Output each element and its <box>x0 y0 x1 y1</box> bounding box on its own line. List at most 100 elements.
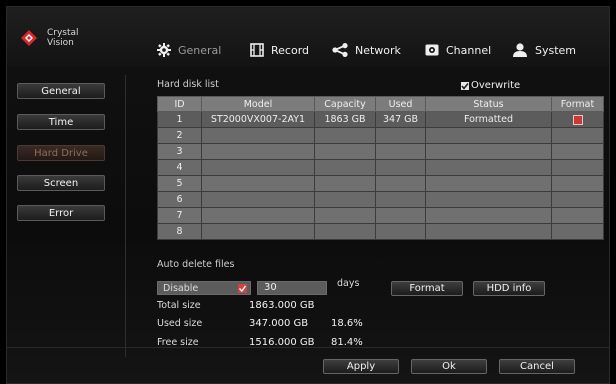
logo-line2: Vision <box>47 38 74 48</box>
format-checkbox[interactable] <box>572 114 583 125</box>
cancel-button[interactable]: Cancel <box>499 359 575 374</box>
hdd-info-button[interactable]: HDD info <box>473 281 545 296</box>
column-header-id: ID <box>157 96 202 112</box>
table-row[interactable]: 7 <box>157 207 604 224</box>
cell-model <box>201 207 315 224</box>
apply-button[interactable]: Apply <box>323 359 399 374</box>
logo-line1: Crystal <box>47 28 79 38</box>
dropdown-check-icon <box>238 284 247 293</box>
film-icon <box>250 43 264 57</box>
cell-capacity <box>314 159 376 176</box>
logo-text: Crystal Vision <box>47 28 79 48</box>
cell-format <box>551 143 604 160</box>
table-row[interactable]: 6 <box>157 191 604 208</box>
nav-system-label: System <box>535 43 577 57</box>
format-button[interactable]: Format <box>391 281 463 296</box>
cell-format <box>551 127 604 144</box>
table-row[interactable]: 8 <box>157 223 604 240</box>
table-row[interactable]: 4 <box>157 159 604 176</box>
sidebar-time-button[interactable]: Time <box>17 114 105 130</box>
cell-used <box>375 175 426 192</box>
column-header-used: Used <box>375 96 426 112</box>
sidebar-hard-drive-button[interactable]: Hard Drive <box>17 145 105 161</box>
checkbox-checked-icon <box>461 81 469 90</box>
cell-capacity <box>314 207 376 224</box>
overwrite-label: Overwrite <box>471 80 521 91</box>
footer-divider <box>7 347 609 348</box>
table-row[interactable]: 1 ST2000VX007-2AY1 1863 GB 347 GB Formatted <box>157 111 604 128</box>
cell-format <box>551 111 604 128</box>
nav-network[interactable]: Network <box>332 38 401 62</box>
column-header-model: Model <box>201 96 315 112</box>
cell-model: ST2000VX007-2AY1 <box>201 111 315 128</box>
cell-used: 347 GB <box>375 111 426 128</box>
auto-delete-select[interactable]: Disable <box>157 281 251 295</box>
table-row[interactable]: 5 <box>157 175 604 192</box>
used-size-label: Used size <box>157 318 203 329</box>
nav-record[interactable]: Record <box>250 38 309 62</box>
gear-icon <box>157 43 171 57</box>
nav-network-label: Network <box>355 43 401 57</box>
sidebar-screen-button[interactable]: Screen <box>17 175 105 191</box>
cell-used <box>375 143 426 160</box>
used-size-percent: 18.6% <box>331 318 363 329</box>
cell-id: 4 <box>157 159 202 176</box>
overwrite-checkbox[interactable]: Overwrite <box>461 80 520 91</box>
nav-channel-label: Channel <box>446 43 492 57</box>
nav-system[interactable]: System <box>512 38 576 62</box>
cell-model <box>201 127 315 144</box>
camera-icon <box>425 43 439 57</box>
cell-format <box>551 159 604 176</box>
cell-id: 1 <box>157 111 202 128</box>
cell-status <box>425 159 552 176</box>
cell-used <box>375 127 426 144</box>
logo-diamond-icon <box>21 30 37 46</box>
total-size-value: 1863.000 GB <box>249 300 315 311</box>
cell-id: 3 <box>157 143 202 160</box>
cell-capacity <box>314 223 376 240</box>
table-row[interactable]: 2 <box>157 127 604 144</box>
cell-model <box>201 159 315 176</box>
cell-status <box>425 143 552 160</box>
ok-button[interactable]: Ok <box>411 359 487 374</box>
hard-disk-table: ID Model Capacity Used Status Format 1 ST… <box>157 96 604 240</box>
nav-channel[interactable]: Channel <box>425 38 491 62</box>
network-share-icon <box>332 43 348 57</box>
used-size-value: 347.000 GB <box>249 318 309 329</box>
total-size-label: Total size <box>157 300 201 311</box>
sidebar-error-button[interactable]: Error <box>17 205 105 221</box>
cell-id: 2 <box>157 127 202 144</box>
cell-status <box>425 127 552 144</box>
dvr-settings-window: Crystal Vision General Record Network Ch… <box>6 6 610 384</box>
cell-status <box>425 191 552 208</box>
cell-model <box>201 175 315 192</box>
cell-format <box>551 207 604 224</box>
cell-capacity: 1863 GB <box>314 111 376 128</box>
cell-model <box>201 191 315 208</box>
cell-used <box>375 191 426 208</box>
cell-model <box>201 223 315 240</box>
nav-general[interactable]: General <box>157 38 221 62</box>
nav-record-label: Record <box>271 43 310 57</box>
cell-capacity <box>314 191 376 208</box>
cell-status <box>425 207 552 224</box>
cell-id: 7 <box>157 207 202 224</box>
cell-capacity <box>314 143 376 160</box>
sidebar-general-button[interactable]: General <box>17 83 105 99</box>
cell-format <box>551 191 604 208</box>
top-navigation-bar: Crystal Vision General Record Network Ch… <box>7 7 609 67</box>
nav-general-label: General <box>178 43 222 57</box>
cell-status: Formatted <box>425 111 552 128</box>
sidebar-divider <box>125 75 126 357</box>
auto-delete-selected-value: Disable <box>163 282 199 294</box>
column-header-capacity: Capacity <box>314 96 376 112</box>
hard-disk-list-title: Hard disk list <box>157 79 219 90</box>
user-icon <box>512 43 528 57</box>
cell-format <box>551 223 604 240</box>
days-input[interactable]: 30 <box>257 281 327 295</box>
cell-format <box>551 175 604 192</box>
cell-status <box>425 175 552 192</box>
days-unit-label: days <box>337 278 360 289</box>
cell-used <box>375 207 426 224</box>
table-row[interactable]: 3 <box>157 143 604 160</box>
